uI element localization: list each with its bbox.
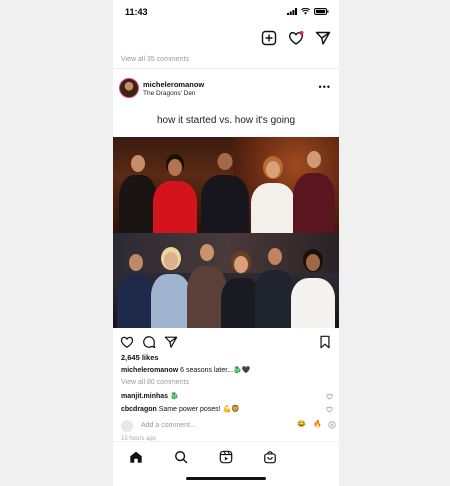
comment-username[interactable]: cbcdragon <box>121 406 157 413</box>
bottom-tab-bar <box>113 441 339 486</box>
add-comment-row[interactable]: Add a comment... 😂 🔥 <box>121 420 336 434</box>
post-location[interactable]: The Dragons' Den <box>143 90 196 97</box>
save-bookmark-icon[interactable] <box>318 335 332 349</box>
comment-like-icon[interactable] <box>326 393 333 400</box>
person <box>117 252 155 328</box>
person <box>255 246 295 328</box>
post-title-text: how it started vs. how it's going <box>156 115 296 126</box>
post-username[interactable]: micheleromanow <box>143 80 204 89</box>
post-photo-then[interactable] <box>113 137 339 233</box>
post-header: micheleromanow The Dragons' Den ••• <box>113 74 339 104</box>
comment-row: manjit.minhas 🐉 <box>121 392 326 400</box>
status-bar: 11:43 <box>113 0 339 26</box>
top-bar <box>113 26 339 50</box>
status-time: 11:43 <box>125 7 148 17</box>
share-icon[interactable] <box>164 335 178 349</box>
activity-heart-icon[interactable] <box>288 30 304 46</box>
person <box>201 151 249 233</box>
person <box>251 157 295 233</box>
comment-username[interactable]: manjit.minhas <box>121 393 168 400</box>
like-heart-icon[interactable] <box>120 335 134 349</box>
view-all-comments-link[interactable]: View all 80 comments <box>121 379 189 386</box>
comment-like-icon[interactable] <box>326 406 333 413</box>
home-icon[interactable] <box>129 450 143 464</box>
user-avatar <box>121 420 133 432</box>
add-emoji-icon[interactable] <box>328 421 336 429</box>
avatar[interactable] <box>119 78 139 98</box>
add-comment-input[interactable]: Add a comment... <box>141 422 196 429</box>
person <box>151 250 191 328</box>
comment-text: 🐉 <box>168 393 179 400</box>
more-options-icon[interactable]: ••• <box>319 82 331 92</box>
direct-message-icon[interactable] <box>315 30 331 46</box>
caption-username[interactable]: micheleromanow <box>121 367 178 374</box>
signal-icon <box>287 8 297 15</box>
previous-post-comments-link[interactable]: View all 35 comments <box>121 56 189 63</box>
post-photo-now[interactable] <box>113 233 339 328</box>
likes-count[interactable]: 2,645 likes <box>121 353 159 362</box>
post-caption: micheleromanow 6 seasons later...🐉🖤 <box>121 366 250 374</box>
comment-text: Same power poses! 💪🦁 <box>156 406 240 413</box>
post-divider <box>113 68 339 69</box>
caption-text: 6 seasons later...🐉🖤 <box>178 367 251 374</box>
shop-icon[interactable] <box>263 450 277 464</box>
status-icons <box>287 8 329 15</box>
person <box>153 155 197 233</box>
wifi-icon <box>301 8 310 15</box>
quick-emoji-button[interactable]: 😂 <box>297 420 306 428</box>
post-actions <box>113 333 339 351</box>
comment-icon[interactable] <box>142 335 156 349</box>
search-icon[interactable] <box>174 450 188 464</box>
person <box>291 252 335 328</box>
new-post-icon[interactable] <box>261 30 277 46</box>
battery-icon <box>314 8 329 15</box>
person <box>119 153 157 233</box>
phone-screen: 11:43 View all 35 comments micheleromano… <box>113 0 339 486</box>
person <box>293 149 335 233</box>
reels-icon[interactable] <box>219 450 233 464</box>
home-indicator <box>186 477 266 480</box>
comment-row: cbcdragon Same power poses! 💪🦁 <box>121 405 326 413</box>
quick-emoji-button[interactable]: 🔥 <box>313 420 322 428</box>
